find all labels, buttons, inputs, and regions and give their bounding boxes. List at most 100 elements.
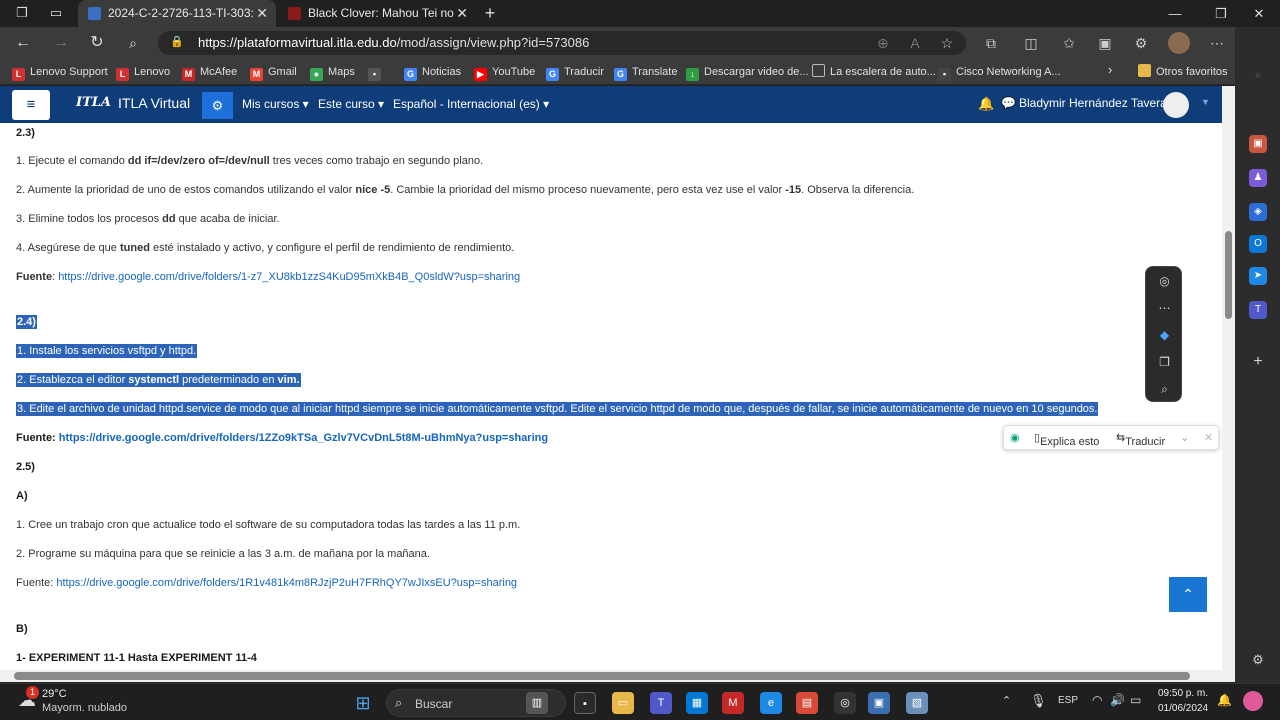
bookmark-traducir[interactable]: G Traducir <box>546 64 604 81</box>
close-tab-icon[interactable]: ✕ <box>256 0 268 27</box>
teams-icon[interactable]: T <box>650 692 672 714</box>
bookmark-icon-only[interactable]: ▪ <box>368 64 386 81</box>
mcafee-icon[interactable]: M <box>722 692 744 714</box>
clock-date[interactable]: 01/06/2024 <box>1158 703 1208 714</box>
hide-icon[interactable]: ◎ <box>1146 271 1183 291</box>
close-window-button[interactable]: ✕ <box>1236 0 1280 27</box>
bookmark-maps[interactable]: ● Maps <box>310 64 355 81</box>
scroll-thumb[interactable] <box>1225 231 1232 319</box>
bookmark-gmail[interactable]: M Gmail <box>250 64 297 81</box>
nav-este-curso[interactable]: Este curso ▾ <box>318 97 384 111</box>
bookmark-youtube[interactable]: ▶ YouTube <box>474 64 535 81</box>
weather-temp[interactable]: 29°C <box>42 688 67 700</box>
bookmark-translate[interactable]: G Translate <box>614 64 677 81</box>
tab-black-clover[interactable]: Black Clover: Mahou Tei no Ken ✕ <box>278 0 476 27</box>
favorites-icon[interactable]: ✩ <box>1058 32 1080 54</box>
source-link[interactable]: https://drive.google.com/drive/folders/1… <box>58 271 520 283</box>
more-icon[interactable]: ⋯ <box>1146 298 1183 318</box>
chevron-up-icon[interactable]: ⌃ <box>1002 694 1011 707</box>
split-screen-icon[interactable]: ◫ <box>1020 32 1042 54</box>
itla-logo[interactable]: ITLA <box>76 95 111 110</box>
collections-icon[interactable]: ▣ <box>1094 32 1116 54</box>
copilot-taskbar-icon[interactable] <box>1243 691 1263 711</box>
chatgpt-icon[interactable]: ◉ <box>1010 431 1020 444</box>
horizontal-scrollbar[interactable] <box>0 670 1235 682</box>
scroll-thumb[interactable] <box>14 672 1190 680</box>
zoom-icon[interactable]: ⊕ <box>872 32 894 54</box>
chat-icon[interactable]: 💬 <box>1001 96 1016 110</box>
nav-language[interactable]: Español - Internacional (es) ▾ <box>393 97 549 111</box>
bookmark-otros-favoritos[interactable]: Otros favoritos <box>1138 64 1228 80</box>
copilot-icon[interactable]: ◆ <box>1146 325 1183 345</box>
app-icon[interactable]: ▤ <box>796 692 818 714</box>
extensions-icon[interactable]: ⧉ <box>980 32 1002 54</box>
bookmark-mcafee[interactable]: M McAfee <box>182 64 237 81</box>
volume-icon[interactable]: 🔊 <box>1110 693 1125 707</box>
profile-avatar[interactable] <box>1168 32 1190 54</box>
tools-icon[interactable]: ▣ <box>1249 135 1267 153</box>
favorite-star-icon[interactable]: ☆ <box>936 32 958 54</box>
more-bookmarks-chevron-icon[interactable]: › <box>1108 62 1112 78</box>
bookmark-cisco[interactable]: ▪ Cisco Networking A... <box>938 64 1061 81</box>
weather-desc[interactable]: Mayorm. nublado <box>42 702 127 714</box>
copy-icon[interactable]: ❐ <box>1146 352 1183 372</box>
teams-icon[interactable]: T <box>1249 301 1267 319</box>
back-button[interactable]: ← <box>12 32 34 54</box>
clock-time[interactable]: 09:50 p. m. <box>1158 688 1208 699</box>
forward-button[interactable]: → <box>50 32 72 54</box>
bookmark-noticias[interactable]: G Noticias <box>404 64 461 81</box>
windows-start-icon[interactable]: ⊞ <box>352 692 374 714</box>
search-icon[interactable]: ⌕ <box>1249 67 1267 85</box>
language-indicator[interactable]: ESP <box>1058 695 1078 706</box>
source-link[interactable]: https://drive.google.com/drive/folders/1… <box>59 432 548 444</box>
chrome-icon[interactable]: ◎ <box>834 692 856 714</box>
chevron-down-icon[interactable]: ▼ <box>1201 97 1210 107</box>
close-tab-icon[interactable]: ✕ <box>456 0 468 27</box>
vertical-scrollbar[interactable] <box>1222 86 1235 670</box>
menu-hamburger-icon[interactable]: ≡ <box>12 90 50 120</box>
performance-icon[interactable]: ⚙ <box>1130 32 1152 54</box>
scroll-to-top-button[interactable]: ⌃ <box>1169 577 1207 612</box>
send-icon[interactable]: ➤ <box>1249 267 1267 285</box>
refresh-button[interactable]: ↻ <box>86 32 108 54</box>
outlook-icon[interactable]: O <box>1249 235 1267 253</box>
bookmark-lenovo[interactable]: L Lenovo <box>116 64 170 81</box>
games-icon[interactable]: ♟ <box>1249 169 1267 187</box>
bell-icon[interactable]: 🔔 <box>978 96 994 112</box>
tab-actions-icon[interactable]: ▭ <box>46 3 66 23</box>
close-icon[interactable]: ✕ <box>1204 431 1213 444</box>
task-view-icon[interactable]: ▪ <box>574 692 596 714</box>
virtualbox-icon[interactable]: ▣ <box>868 692 890 714</box>
workspaces-icon[interactable]: ❐ <box>12 3 32 23</box>
new-tab-icon[interactable]: + <box>480 3 500 23</box>
site-brand[interactable]: ITLA Virtual <box>118 95 190 111</box>
read-aloud-icon[interactable]: A <box>904 32 926 54</box>
store-icon[interactable]: ▦ <box>686 692 708 714</box>
wifi-icon[interactable]: ◠ <box>1092 693 1102 707</box>
explain-button[interactable]: ▯ Explica esto <box>1034 431 1099 448</box>
translate-button[interactable]: ⇆ Traducir <box>1116 431 1165 448</box>
battery-icon[interactable]: ▭ <box>1130 693 1141 707</box>
nav-mis-cursos[interactable]: Mis cursos ▾ <box>242 97 309 111</box>
file-explorer-icon[interactable]: ▭ <box>612 692 634 714</box>
user-avatar[interactable] <box>1163 92 1189 118</box>
user-name[interactable]: Bladymir Hernández Taveras <box>1019 96 1173 110</box>
source-link[interactable]: https://drive.google.com/drive/folders/1… <box>56 577 517 589</box>
microphone-icon[interactable]: 🎙 <box>1030 693 1047 709</box>
minimize-button[interactable]: — <box>1152 0 1198 27</box>
bookmark-descargar-video[interactable]: ↓ Descargar video de... <box>686 64 809 81</box>
add-icon[interactable]: + <box>1249 353 1267 371</box>
address-bar[interactable]: 🔒 https://plataformavirtual.itla.edu.do/… <box>158 31 966 55</box>
notification-bell-icon[interactable]: 🔔 <box>1217 693 1232 707</box>
edge-icon[interactable]: e <box>760 692 782 714</box>
chevron-down-icon[interactable]: ⌄ <box>1180 431 1189 444</box>
settings-gear-icon[interactable]: ⚙ <box>1249 651 1267 669</box>
gears-icon[interactable]: ⚙ <box>202 92 233 119</box>
microsoft365-icon[interactable]: ◈ <box>1249 203 1267 221</box>
widget-icon[interactable]: ▥ <box>526 692 548 714</box>
more-menu-icon[interactable]: ⋯ <box>1206 32 1228 54</box>
bookmark-escalera[interactable]: La escalera de auto... <box>812 64 936 80</box>
monitor-icon[interactable]: ▧ <box>906 692 928 714</box>
tab-assignment[interactable]: 2024-C-2-2726-113-TI-303: Labo ✕ <box>78 0 276 27</box>
bookmark-lenovo-support[interactable]: L Lenovo Support <box>12 64 108 81</box>
